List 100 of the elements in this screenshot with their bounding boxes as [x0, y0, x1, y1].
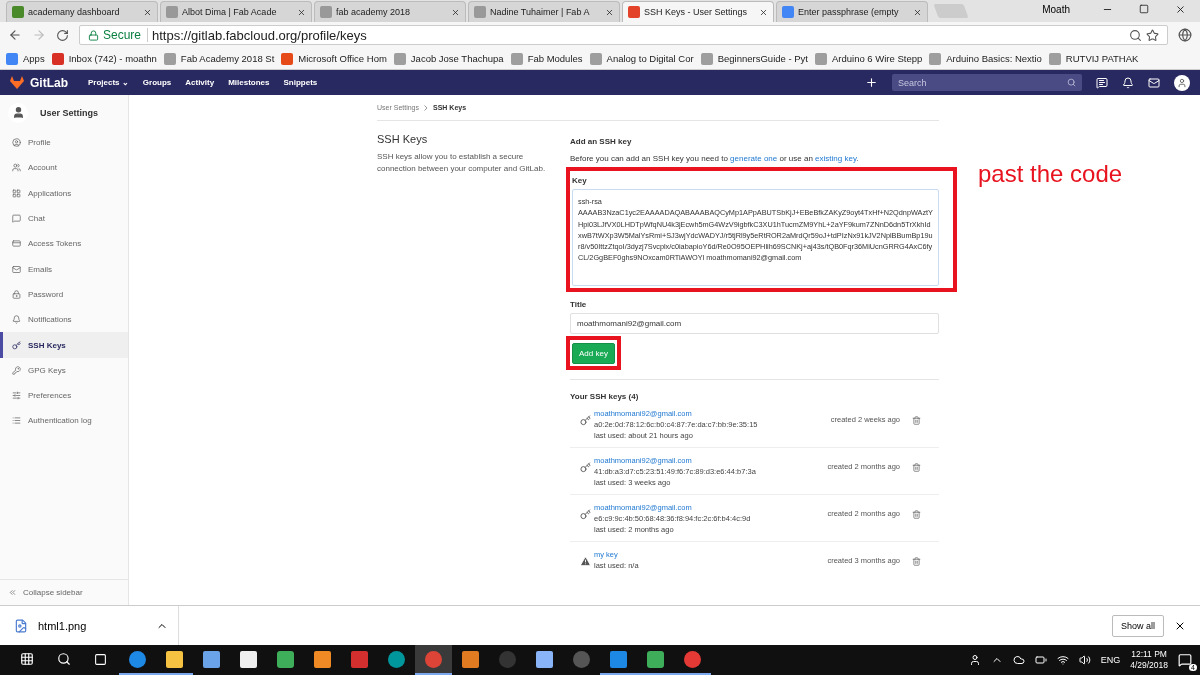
bookmark[interactable]: Fab Academy 2018 St: [163, 52, 275, 65]
wifi-icon[interactable]: [1056, 654, 1069, 666]
trash-icon[interactable]: [912, 557, 921, 566]
title-field[interactable]: moathmomani92@gmail.com: [570, 313, 939, 334]
bookmark[interactable]: BeginnersGuide - Pyt: [700, 52, 808, 65]
clock-time[interactable]: 12:11 PM: [1131, 648, 1167, 660]
bookmark[interactable]: Apps: [6, 52, 45, 65]
notification-icon[interactable]: [1178, 653, 1192, 667]
address-bar[interactable]: Secure https://gitlab.fabcloud.org/profile/keys: [79, 25, 1168, 45]
bookmark[interactable]: Microsoft Office Hom: [281, 52, 387, 65]
sidebar-item[interactable]: Access Tokens: [0, 231, 128, 257]
field-label: Title: [570, 300, 588, 309]
nav-link[interactable]: Activity: [185, 78, 215, 87]
sidebar-item[interactable]: Preferences: [0, 382, 128, 409]
sliders-icon: [12, 391, 21, 401]
nav-link[interactable]: Milestones: [228, 78, 270, 87]
key-icon: [12, 365, 21, 375]
profile-icon: [12, 138, 21, 148]
close-icon[interactable]: [1175, 4, 1186, 15]
clock-date[interactable]: 4/29/2018: [1130, 660, 1168, 672]
favicon-icon: [628, 6, 640, 18]
card-icon: [12, 239, 21, 249]
lock-icon: [88, 29, 99, 41]
show-all-button[interactable]: Show all: [1111, 614, 1164, 637]
sidebar-item[interactable]: Authentication log: [0, 408, 128, 434]
bookmark[interactable]: Analog to Digital Cor: [589, 52, 694, 65]
favicon-icon: [320, 6, 332, 18]
grid-icon: [12, 188, 21, 198]
issues-icon[interactable]: [1096, 76, 1108, 89]
section-description: SSH keys allow you to establish a secure connection between your computer and GitLab.: [377, 151, 547, 175]
search-field[interactable]: Search: [892, 74, 1082, 91]
mail-icon: [12, 264, 21, 274]
favicon-icon: [166, 6, 178, 18]
bell-icon: [12, 315, 21, 325]
key-icon: [12, 340, 21, 350]
sidebar-item[interactable]: Chat: [0, 205, 128, 232]
star-icon[interactable]: [1146, 28, 1159, 42]
url-text: https://gitlab.fabcloud.org/profile/keys: [152, 27, 368, 43]
warning-icon: [580, 556, 591, 567]
people-icon: [12, 163, 21, 173]
sidebar-title: User Settings: [40, 107, 99, 118]
favicon-icon: [12, 6, 24, 18]
browser-tab[interactable]: fab academy 2018: [314, 1, 466, 22]
bookmark[interactable]: RUTVIJ PATHAK: [1048, 52, 1139, 65]
back-icon[interactable]: [8, 28, 22, 42]
people-icon[interactable]: [968, 654, 981, 666]
browser-tab[interactable]: academany dashboard: [6, 1, 158, 22]
key-icon: [580, 462, 591, 473]
form-title: Add an SSH key: [570, 137, 633, 146]
sidebar-item[interactable]: SSH Keys: [0, 332, 128, 358]
field-label: Key: [572, 176, 588, 185]
bookmark[interactable]: Inbox (742) - moathn: [51, 52, 157, 65]
bookmark[interactable]: Fab Modules: [510, 52, 583, 65]
search-icon: [1067, 78, 1076, 87]
trash-icon[interactable]: [912, 416, 921, 425]
reload-icon[interactable]: [56, 28, 69, 42]
gitlab-logo[interactable]: GitLab: [10, 75, 68, 90]
speaker-icon[interactable]: [1078, 654, 1091, 666]
bookmark[interactable]: Arduino 6 Wire Stepp: [815, 52, 923, 65]
list-icon: [12, 416, 21, 426]
form-intro: Before you can add an SSH key you need to generate one or use an existing key.: [570, 154, 860, 163]
sidebar-item[interactable]: Profile: [0, 130, 128, 156]
browser-tab[interactable]: Enter passphrase (empty: [776, 1, 928, 22]
sidebar-item[interactable]: Applications: [0, 180, 128, 206]
plus-icon[interactable]: [865, 76, 878, 89]
language-indicator[interactable]: ENG: [1100, 655, 1121, 665]
file-icon: [14, 618, 28, 633]
bookmark[interactable]: Jacob Jose Thachupa: [393, 52, 504, 65]
bookmark[interactable]: Arduino Basics: Nextio: [929, 52, 1042, 65]
browser-tab[interactable]: Albot Dima | Fab Acade: [160, 1, 312, 22]
battery-icon[interactable]: [1034, 654, 1047, 666]
trash-icon[interactable]: [912, 510, 921, 519]
chevron-icon: [424, 104, 429, 111]
keys-heading: Your SSH keys (4): [570, 379, 939, 401]
search-icon[interactable]: [1129, 28, 1142, 42]
favicon-icon: [474, 6, 486, 18]
download-file[interactable]: html1.png: [38, 619, 87, 632]
sidebar-item[interactable]: Password: [0, 281, 128, 308]
key-icon: [580, 509, 591, 520]
maximize-icon[interactable]: [1139, 4, 1149, 14]
browser-tab[interactable]: Nadine Tuhaimer | Fab A: [468, 1, 620, 22]
trash-icon[interactable]: [912, 463, 921, 472]
sidebar-item[interactable]: Account: [0, 155, 128, 181]
secure-label: Secure: [103, 28, 149, 42]
sidebar-item[interactable]: Notifications: [0, 307, 128, 333]
close-icon[interactable]: [759, 7, 768, 17]
profile-name[interactable]: Moath: [1042, 4, 1070, 15]
lock-icon: [12, 289, 21, 299]
sidebar-item[interactable]: Emails: [0, 256, 128, 282]
nav-link[interactable]: Snippets: [283, 78, 318, 87]
browser-tab[interactable]: SSH Keys - User Settings: [622, 1, 774, 22]
nav-link[interactable]: Projects ⌄: [88, 78, 129, 87]
cloud-icon[interactable]: [1012, 654, 1025, 666]
sidebar-item[interactable]: GPG Keys: [0, 357, 128, 383]
nav-link[interactable]: Groups: [142, 78, 172, 87]
section-title: SSH Keys: [377, 133, 429, 145]
help-link[interactable]: generate one: [730, 154, 778, 163]
key-icon: [580, 415, 591, 426]
avatar-icon[interactable]: [1174, 74, 1190, 91]
chevrons-left-icon: [8, 588, 17, 597]
